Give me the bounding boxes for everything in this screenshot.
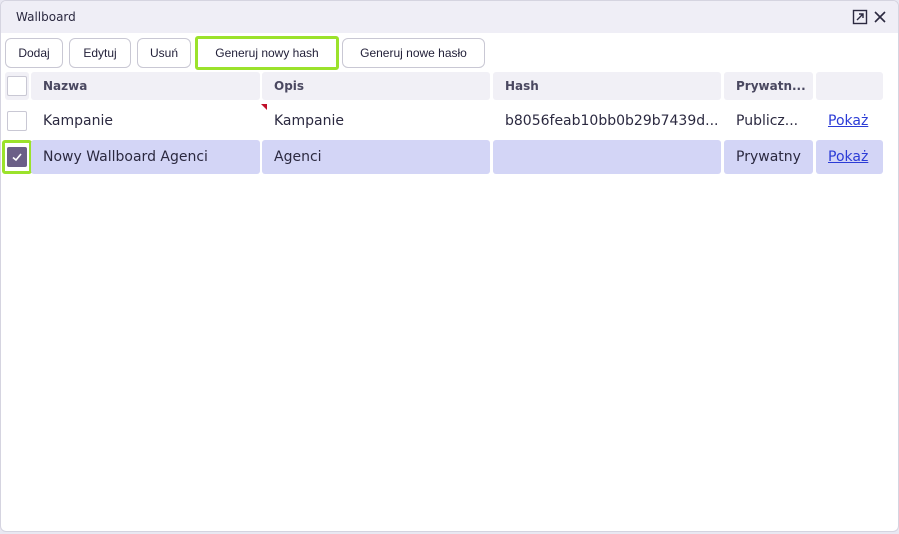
wallboard-window: Wallboard Dodaj Edytuj Usuń Generuj nowy… [0, 0, 899, 532]
cell-description: Agenci [262, 140, 490, 174]
check-icon [12, 153, 22, 162]
header-select-all-cell [5, 72, 29, 100]
row-checkbox[interactable] [7, 147, 27, 167]
header-private[interactable]: Prywatn... [724, 72, 813, 100]
cell-action: Pokaż [816, 104, 883, 138]
delete-button[interactable]: Usuń [137, 38, 191, 68]
cell-hash [493, 140, 721, 174]
show-link[interactable]: Pokaż [828, 113, 868, 129]
cell-name: Kampanie [43, 113, 113, 129]
select-all-checkbox[interactable] [7, 76, 27, 96]
table-row[interactable]: Kampanie Kampanie b8056feab10bb0b29b7439… [1, 104, 898, 138]
edit-button[interactable]: Edytuj [69, 38, 131, 68]
show-link[interactable]: Pokaż [828, 149, 868, 165]
cell-private: Prywatny [724, 140, 813, 174]
table-header: Nazwa Opis Hash Prywatn... [1, 72, 898, 100]
cell-name: Nowy Wallboard Agenci [31, 140, 260, 174]
add-button[interactable]: Dodaj [5, 38, 63, 68]
cell-description: Kampanie [274, 113, 344, 129]
header-name[interactable]: Nazwa [31, 72, 260, 100]
header-hash[interactable]: Hash [493, 72, 721, 100]
cell-action: Pokaż [816, 140, 883, 174]
cell-private: Publicz... [736, 113, 799, 129]
close-icon[interactable] [870, 7, 890, 27]
generate-hash-button[interactable]: Generuj nowy hash [195, 36, 339, 70]
generate-password-button[interactable]: Generuj nowe hasło [342, 38, 485, 68]
header-description[interactable]: Opis [262, 72, 490, 100]
popout-icon[interactable] [850, 7, 870, 27]
title-bar: Wallboard [1, 1, 898, 33]
window-title: Wallboard [16, 10, 76, 24]
header-action [816, 72, 883, 100]
row-checkbox[interactable] [7, 111, 27, 131]
cell-hash: b8056feab10bb0b29b7439d... [505, 113, 719, 129]
table-row[interactable]: Nowy Wallboard Agenci Agenci Prywatny Po… [1, 140, 898, 174]
toolbar: Dodaj Edytuj Usuń Generuj nowy hash Gene… [1, 33, 898, 71]
